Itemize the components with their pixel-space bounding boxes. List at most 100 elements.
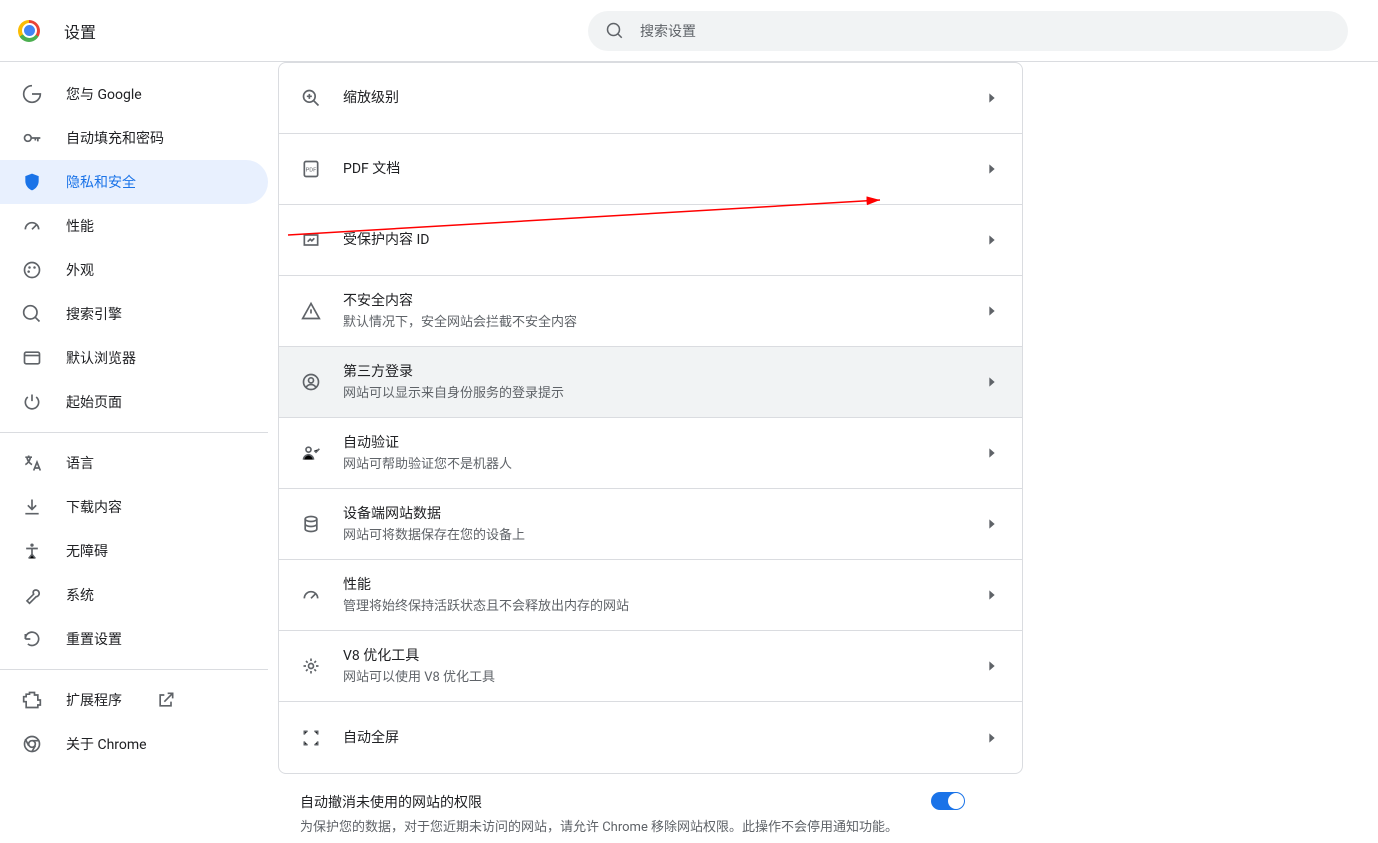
- speed-icon: [301, 585, 321, 605]
- chevron-right-icon: [984, 374, 1000, 390]
- row-title: 不安全内容: [343, 291, 984, 311]
- chevron-right-icon: [984, 730, 1000, 746]
- sidebar-item-label: 外观: [66, 260, 94, 280]
- row-subtitle: 网站可以使用 V8 优化工具: [343, 669, 984, 687]
- person-icon: [301, 372, 321, 392]
- row-subtitle: 网站可将数据保存在您的设备上: [343, 527, 984, 545]
- setting-row-protected[interactable]: 受保护内容 ID: [279, 205, 1022, 276]
- row-subtitle: 管理将始终保持活跃状态且不会释放出内存的网站: [343, 598, 984, 616]
- chevron-right-icon: [984, 303, 1000, 319]
- sidebar-item-label: 您与 Google: [66, 84, 142, 104]
- row-title: 设备端网站数据: [343, 504, 984, 524]
- sidebar-item-label: 默认浏览器: [66, 348, 136, 368]
- sidebar-item-download[interactable]: 下载内容: [0, 485, 268, 529]
- row-subtitle: 默认情况下，安全网站会拦截不安全内容: [343, 314, 984, 332]
- sidebar-item-lang[interactable]: 语言: [0, 441, 268, 485]
- sidebar-item-label: 搜索引擎: [66, 304, 122, 324]
- sidebar-item-ext[interactable]: 扩展程序: [0, 678, 268, 722]
- sidebar-item-browser[interactable]: 默认浏览器: [0, 336, 268, 380]
- row-title: 第三方登录: [343, 362, 984, 382]
- reset-icon: [22, 629, 42, 649]
- key-icon: [22, 128, 42, 148]
- external-link-icon: [156, 690, 176, 710]
- sidebar-item-speed[interactable]: 性能: [0, 204, 268, 248]
- row-title: 受保护内容 ID: [343, 230, 984, 250]
- setting-row-speed[interactable]: 性能管理将始终保持活跃状态且不会释放出内存的网站: [279, 560, 1022, 631]
- sidebar-item-reset[interactable]: 重置设置: [0, 617, 268, 661]
- header-title: 设置: [64, 19, 96, 43]
- sidebar: 您与 Google 自动填充和密码隐私和安全性能外观搜索引擎默认浏览器起始页面语言…: [0, 62, 268, 843]
- a11y-icon: [22, 541, 42, 561]
- lang-icon: [22, 453, 42, 473]
- auto-revoke-title: 自动撤消未使用的网站的权限: [300, 792, 1001, 812]
- zoom-icon: [301, 88, 321, 108]
- content: 缩放级别 PDF 文档受保护内容 ID 不安全内容默认情况下，安全网站会拦截不安全内…: [268, 62, 1378, 843]
- search-input[interactable]: [640, 23, 1330, 39]
- chevron-right-icon: [984, 90, 1000, 106]
- auto-revoke-desc: 为保护您的数据，对于您近期未访问的网站，请允许 Chrome 移除网站权限。此操…: [300, 818, 1001, 838]
- row-title: 缩放级别: [343, 88, 984, 108]
- chevron-right-icon: [984, 587, 1000, 603]
- setting-row-zoom[interactable]: 缩放级别: [279, 63, 1022, 134]
- db-icon: [301, 514, 321, 534]
- fullscreen-icon: [301, 728, 321, 748]
- auto-revoke-toggle[interactable]: [931, 792, 965, 810]
- speed-icon: [22, 216, 42, 236]
- sidebar-item-key[interactable]: 自动填充和密码: [0, 116, 268, 160]
- g-icon: [22, 84, 42, 104]
- setting-row-person[interactable]: 第三方登录网站可以显示来自身份服务的登录提示: [279, 347, 1022, 418]
- chevron-right-icon: [984, 516, 1000, 532]
- row-subtitle: 网站可以显示来自身份服务的登录提示: [343, 385, 984, 403]
- sidebar-item-power[interactable]: 起始页面: [0, 380, 268, 424]
- setting-row-db[interactable]: 设备端网站数据网站可将数据保存在您的设备上: [279, 489, 1022, 560]
- chevron-right-icon: [984, 232, 1000, 248]
- setting-row-verify[interactable]: 自动验证网站可帮助验证您不是机器人: [279, 418, 1022, 489]
- sidebar-item-shield[interactable]: 隐私和安全: [0, 160, 268, 204]
- chevron-right-icon: [984, 658, 1000, 674]
- sidebar-item-label: 隐私和安全: [66, 172, 136, 192]
- chrome-icon: [22, 734, 42, 754]
- ext-icon: [22, 690, 42, 710]
- sidebar-item-label: 关于 Chrome: [66, 734, 147, 754]
- palette-icon: [22, 260, 42, 280]
- setting-row-warn[interactable]: 不安全内容默认情况下，安全网站会拦截不安全内容: [279, 276, 1022, 347]
- pdf-icon: [301, 159, 321, 179]
- sidebar-item-label: 下载内容: [66, 497, 122, 517]
- sidebar-item-a11y[interactable]: 无障碍: [0, 529, 268, 573]
- row-title: V8 优化工具: [343, 646, 984, 666]
- auto-revoke-section: 自动撤消未使用的网站的权限 为保护您的数据，对于您近期未访问的网站，请允许 Ch…: [278, 774, 1023, 843]
- power-icon: [22, 392, 42, 412]
- row-title: 自动验证: [343, 433, 984, 453]
- header: 设置: [0, 0, 1378, 62]
- sidebar-item-label: 语言: [66, 453, 94, 473]
- settings-card: 缩放级别 PDF 文档受保护内容 ID 不安全内容默认情况下，安全网站会拦截不安全内…: [278, 62, 1023, 774]
- row-title: 自动全屏: [343, 728, 984, 748]
- chrome-logo-icon: [18, 20, 40, 42]
- chevron-right-icon: [984, 445, 1000, 461]
- sidebar-item-label: 重置设置: [66, 629, 122, 649]
- sidebar-item-label: 起始页面: [66, 392, 122, 412]
- sidebar-item-label: 无障碍: [66, 541, 108, 561]
- wrench-icon: [22, 585, 42, 605]
- sidebar-item-palette[interactable]: 外观: [0, 248, 268, 292]
- sidebar-item-label: 系统: [66, 585, 94, 605]
- chevron-right-icon: [984, 161, 1000, 177]
- protected-icon: [301, 230, 321, 250]
- search-icon: [22, 304, 42, 324]
- sidebar-item-wrench[interactable]: 系统: [0, 573, 268, 617]
- search-icon: [606, 22, 624, 40]
- sidebar-item-label: 性能: [66, 216, 94, 236]
- sidebar-item-label: 自动填充和密码: [66, 128, 164, 148]
- browser-icon: [22, 348, 42, 368]
- sidebar-item-search[interactable]: 搜索引擎: [0, 292, 268, 336]
- search-settings[interactable]: [588, 11, 1348, 51]
- sidebar-item-chrome[interactable]: 关于 Chrome: [0, 722, 268, 766]
- setting-row-v8[interactable]: V8 优化工具网站可以使用 V8 优化工具: [279, 631, 1022, 702]
- download-icon: [22, 497, 42, 517]
- row-title: PDF 文档: [343, 159, 984, 179]
- verify-icon: [301, 443, 321, 463]
- setting-row-fullscreen[interactable]: 自动全屏: [279, 702, 1022, 773]
- sidebar-item-g[interactable]: 您与 Google: [0, 72, 268, 116]
- warn-icon: [301, 301, 321, 321]
- setting-row-pdf[interactable]: PDF 文档: [279, 134, 1022, 205]
